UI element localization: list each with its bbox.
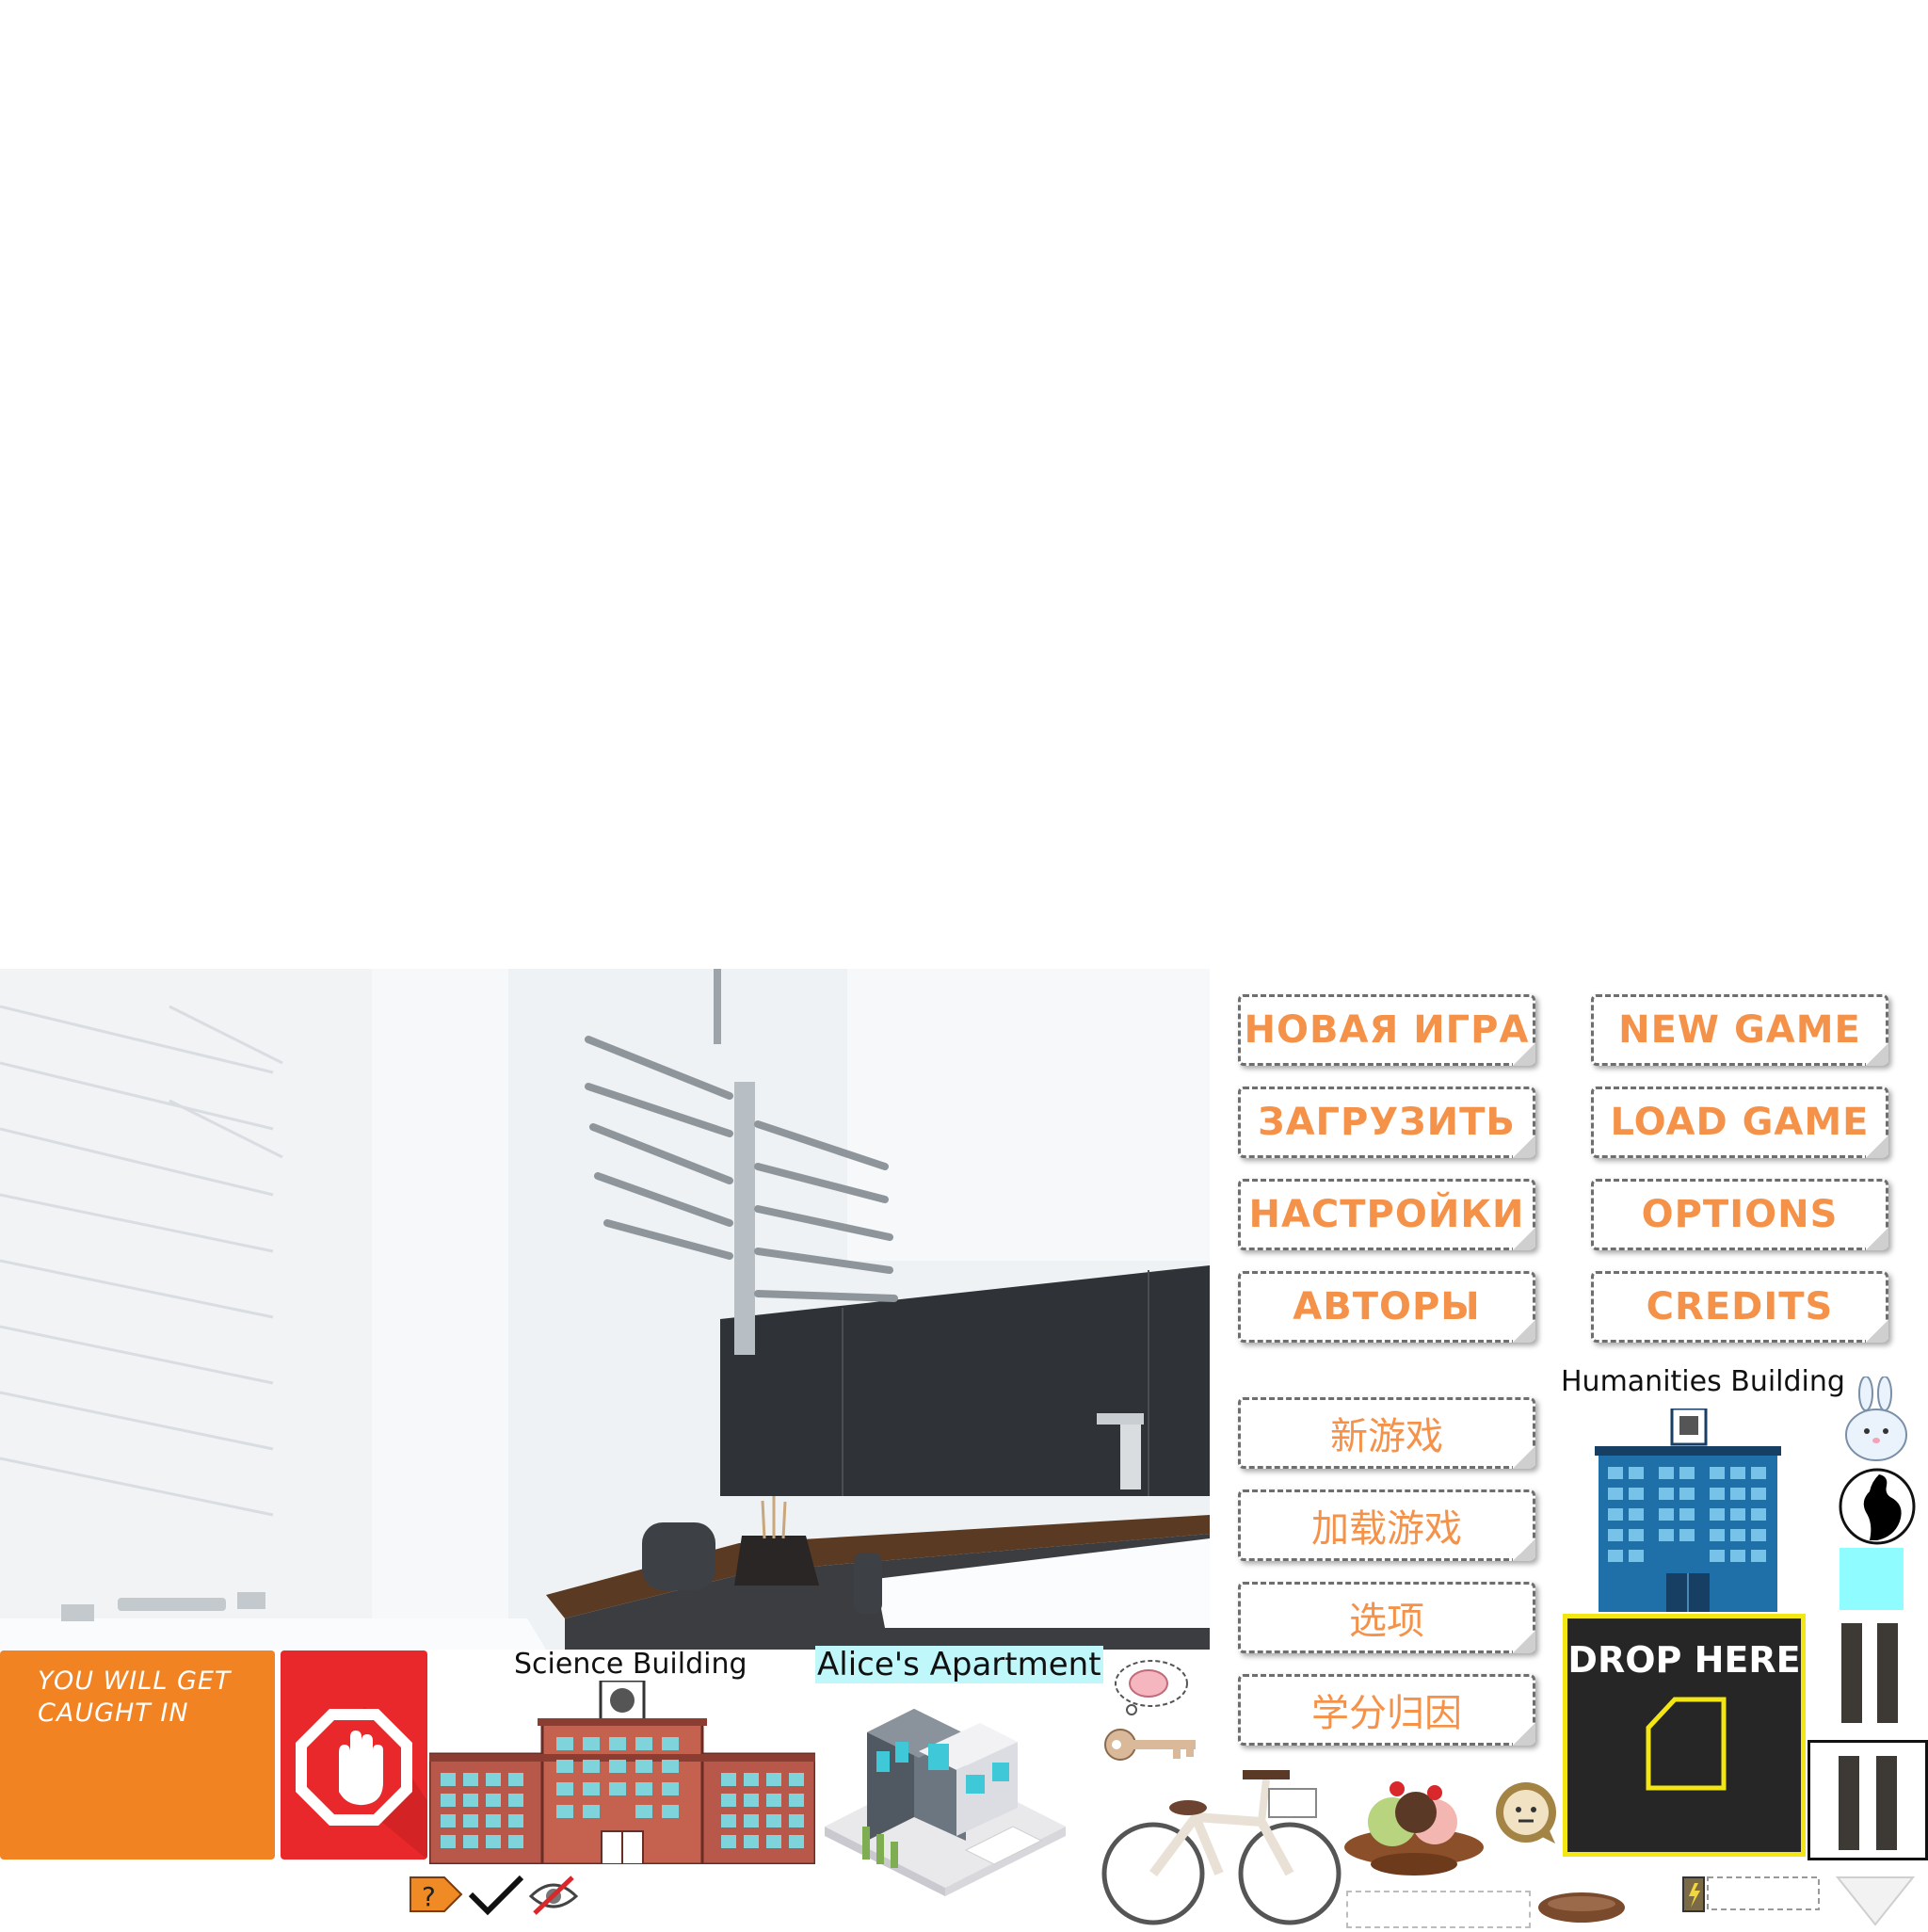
new-game-button[interactable]: NEW GAME <box>1591 994 1888 1066</box>
apartment-icon <box>825 1709 1066 1896</box>
bathroom-background <box>0 969 1210 1650</box>
ice-cream-sundae-icon[interactable] <box>1341 1770 1487 1881</box>
button-label: OPTIONS <box>1641 1193 1839 1236</box>
new-game-button-cn[interactable]: 新游戏 <box>1238 1397 1535 1469</box>
options-button-ru[interactable]: НАСТРОЙКИ <box>1238 1179 1535 1250</box>
bicycle-icon[interactable] <box>1101 1770 1342 1928</box>
button-label: 新游戏 <box>1330 1415 1443 1458</box>
science-building-icon <box>427 1679 817 1866</box>
options-button-cn[interactable]: 选项 <box>1238 1582 1535 1653</box>
button-label: НОВАЯ ИГРА <box>1244 1008 1530 1052</box>
svg-text:?: ? <box>422 1881 436 1912</box>
pause-icon <box>1839 1756 1897 1850</box>
new-game-button-ru[interactable]: НОВАЯ ИГРА <box>1238 994 1535 1066</box>
brain-thought-icon[interactable] <box>1111 1655 1192 1717</box>
checkmark-icon[interactable] <box>467 1874 525 1917</box>
button-label: 加载游戏 <box>1311 1507 1462 1551</box>
card-slot-icon <box>1646 1697 1727 1791</box>
caught-warning-panel: YOU WILL GET CAUGHT IN <box>0 1650 275 1860</box>
down-arrow-icon[interactable] <box>1834 1874 1917 1928</box>
load-game-button-cn[interactable]: 加载游戏 <box>1238 1489 1535 1561</box>
credits-button-ru[interactable]: АВТОРЫ <box>1238 1271 1535 1343</box>
options-button[interactable]: OPTIONS <box>1591 1179 1888 1250</box>
pause-icon[interactable] <box>1836 1621 1904 1725</box>
button-label: ЗАГРУЗИТЬ <box>1258 1101 1516 1144</box>
stop-hand-icon <box>296 1707 427 1860</box>
button-label: 学分归因 <box>1311 1692 1462 1735</box>
apartment-label: Alice's Apartment <box>815 1646 1103 1683</box>
empty-slot[interactable] <box>1346 1891 1531 1928</box>
bathroom-scene <box>0 969 1210 1650</box>
drop-zone[interactable]: DROP HERE <box>1563 1614 1806 1857</box>
button-label: АВТОРЫ <box>1293 1285 1481 1328</box>
hidden-eye-icon[interactable] <box>527 1874 580 1917</box>
science-building[interactable] <box>427 1679 817 1866</box>
caught-warning-text: YOU WILL GET CAUGHT IN <box>38 1666 232 1728</box>
question-tag-icon[interactable]: ? <box>407 1872 465 1917</box>
credits-button[interactable]: CREDITS <box>1591 1271 1888 1343</box>
pause-button[interactable] <box>1808 1740 1928 1860</box>
button-label: LOAD GAME <box>1610 1101 1870 1144</box>
key-icon[interactable] <box>1101 1723 1199 1766</box>
credits-button-cn[interactable]: 学分归因 <box>1238 1674 1535 1746</box>
cyan-swatch <box>1840 1548 1904 1610</box>
button-label: CREDITS <box>1646 1285 1834 1328</box>
humanities-building-label: Humanities Building <box>1561 1365 1845 1398</box>
battery-bar[interactable] <box>1676 1870 1823 1917</box>
load-game-button[interactable]: LOAD GAME <box>1591 1087 1888 1158</box>
pregnant-silhouette-icon[interactable] <box>1838 1467 1917 1546</box>
button-label: NEW GAME <box>1618 1008 1861 1052</box>
drop-here-label: DROP HERE <box>1567 1639 1801 1681</box>
button-label: НАСТРОЙКИ <box>1248 1193 1525 1236</box>
humanities-building-icon <box>1595 1407 1781 1612</box>
alices-apartment[interactable] <box>825 1685 1066 1896</box>
stop-panel[interactable] <box>281 1650 427 1860</box>
button-label: 选项 <box>1349 1600 1424 1643</box>
bunny-icon[interactable] <box>1841 1376 1911 1463</box>
neutral-face-icon[interactable] <box>1493 1779 1559 1845</box>
load-game-button-ru[interactable]: ЗАГРУЗИТЬ <box>1238 1087 1535 1158</box>
sausage-icon[interactable] <box>1536 1887 1627 1928</box>
science-building-label: Science Building <box>514 1648 747 1681</box>
humanities-building[interactable] <box>1591 1407 1785 1612</box>
